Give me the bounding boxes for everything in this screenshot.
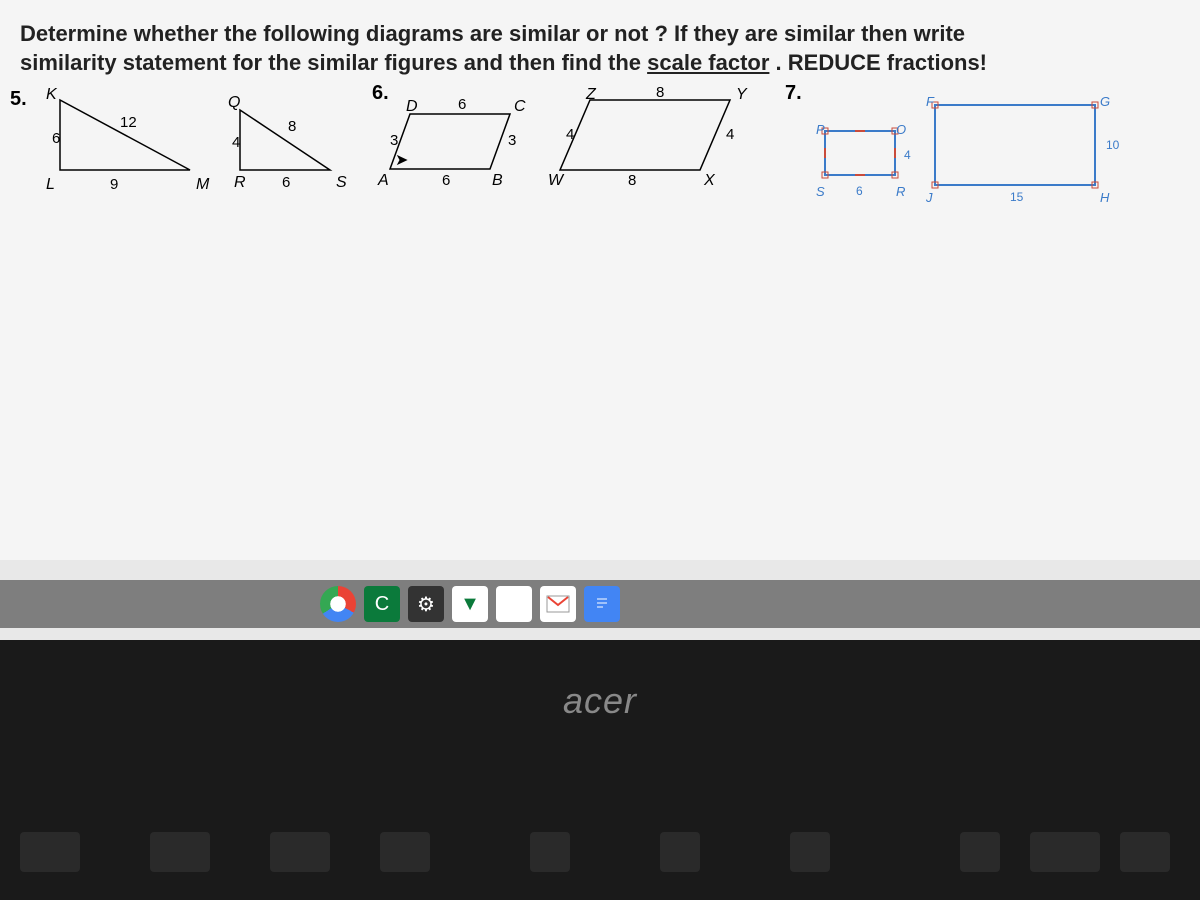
p7-O: O [896, 122, 906, 137]
keyboard-row [0, 832, 1200, 882]
p7-S: S [816, 184, 825, 199]
p6-B: B [492, 172, 503, 190]
p7-F: F [926, 94, 934, 109]
p5-KM: 12 [120, 114, 137, 131]
p5-M: M [196, 176, 209, 194]
drawing-icon[interactable]: ✎ [496, 586, 532, 622]
prompt-line2a: similarity statement for the similar fig… [20, 50, 647, 75]
p5-triangle1 [50, 90, 220, 190]
key [1120, 832, 1170, 872]
p6-Y: Y [736, 86, 747, 104]
p6-para1 [380, 104, 550, 184]
chrome-icon[interactable] [320, 586, 356, 622]
p6-W: W [548, 172, 563, 190]
key [1030, 832, 1100, 872]
chromeos-shelf: C ⚙ ▼ ✎ Sign out ▾ 🔋 1:40 [0, 580, 1200, 628]
p6-Z: Z [586, 86, 596, 104]
p5-QR: 4 [232, 134, 240, 151]
p6-X: X [704, 172, 715, 190]
p7-P: P [816, 122, 825, 137]
question-prompt: Determine whether the following diagrams… [20, 20, 1180, 77]
p7-SR: 6 [856, 184, 863, 198]
p7-label: 7. [785, 82, 802, 105]
prompt-line2b: . REDUCE fractions! [769, 50, 987, 75]
p7-JH: 15 [1010, 190, 1023, 204]
worksheet-area: Determine whether the following diagrams… [0, 0, 1200, 560]
p5-Q: Q [228, 94, 240, 112]
key [20, 832, 80, 872]
p7-J: J [926, 190, 933, 205]
p6-ZY: 8 [656, 84, 664, 101]
p6-DC: 6 [458, 96, 466, 113]
laptop-screen: Determine whether the following diagrams… [0, 0, 1200, 640]
p7-R: R [896, 184, 905, 199]
key [790, 832, 830, 872]
laptop-brand: acer [0, 680, 1200, 722]
p5-QS: 8 [288, 118, 296, 135]
settings-icon[interactable]: ⚙ [408, 586, 444, 622]
p6-AB: 6 [442, 172, 450, 189]
p7-GH: 10 [1106, 138, 1119, 152]
p5-S: S [336, 174, 347, 192]
key [270, 832, 330, 872]
p5-label: 5. [10, 88, 27, 111]
p6-A: A [378, 172, 389, 190]
p5-RS: 6 [282, 174, 290, 191]
docs-icon[interactable] [584, 586, 620, 622]
p5-R: R [234, 174, 246, 192]
p5-K: K [46, 86, 57, 104]
p5-LM: 9 [110, 176, 118, 193]
key [660, 832, 700, 872]
p7-rect2 [930, 100, 1110, 196]
key [150, 832, 210, 872]
prompt-underline: scale factor [647, 50, 769, 75]
p6-YX: 4 [726, 126, 734, 143]
p7-OR: 4 [904, 148, 911, 162]
p5-L: L [46, 176, 55, 194]
p7-H: H [1100, 190, 1109, 205]
sheets-icon[interactable]: ▼ [452, 586, 488, 622]
p6-D: D [406, 98, 418, 116]
p6-DA: 3 [390, 132, 398, 149]
key [380, 832, 430, 872]
prompt-line1: Determine whether the following diagrams… [20, 21, 965, 46]
gmail-icon[interactable] [540, 586, 576, 622]
p6-label: 6. [372, 82, 389, 105]
p6-ZW: 4 [566, 126, 574, 143]
key [960, 832, 1000, 872]
p5-KL: 6 [52, 130, 60, 147]
p6-C: C [514, 98, 526, 116]
classroom-icon[interactable]: C [364, 586, 400, 622]
p6-CB: 3 [508, 132, 516, 149]
diagrams-container: 5. K L M 12 6 9 Q R S 8 4 6 6. D [10, 90, 1190, 230]
p7-G: G [1100, 94, 1110, 109]
p6-WX: 8 [628, 172, 636, 189]
key [530, 832, 570, 872]
mouse-cursor: ➤ [395, 150, 408, 170]
